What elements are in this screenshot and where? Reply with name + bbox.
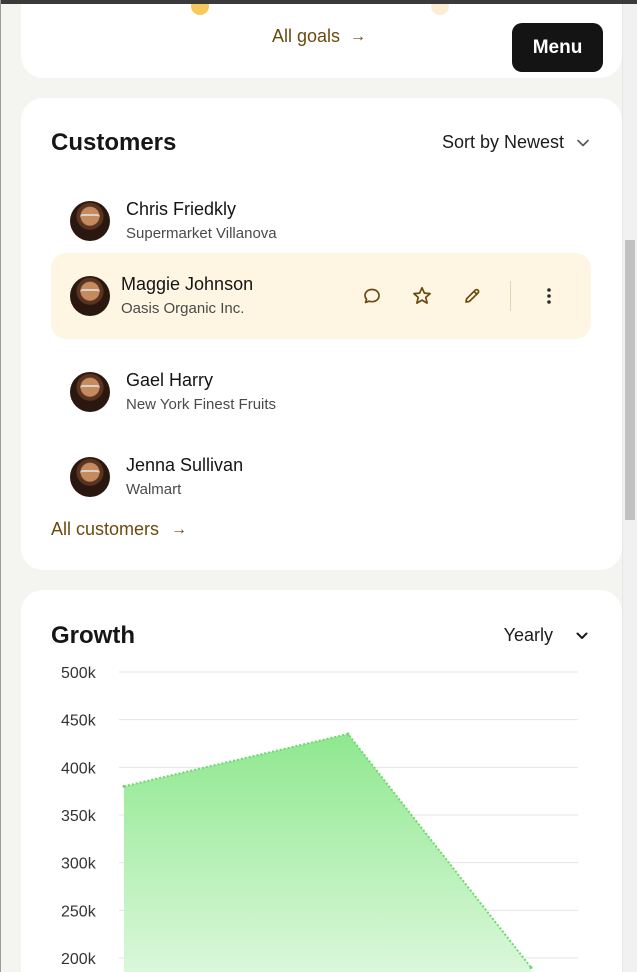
customer-row[interactable]: Jenna Sullivan Walmart [51, 434, 591, 520]
window-top-border [0, 0, 637, 4]
arrow-right-icon: → [350, 27, 367, 45]
row-actions [334, 253, 561, 339]
y-tick-label: 200k [61, 951, 97, 968]
customer-company: New York Finest Fruits [126, 396, 277, 413]
star-icon[interactable] [410, 284, 434, 308]
all-goals-label: All goals [272, 26, 341, 46]
chevron-down-icon [577, 139, 589, 146]
avatar [70, 201, 110, 241]
sort-label: Sort by Newest [441, 132, 564, 152]
all-customers-label: All customers [51, 519, 160, 539]
customer-name: Chris Friedkly [126, 199, 237, 219]
arrow-right-icon: → [171, 520, 188, 538]
customer-row[interactable]: Gael Harry New York Finest Fruits [51, 349, 591, 435]
customer-row-active[interactable]: Maggie Johnson Oasis Organic Inc. [51, 253, 591, 339]
growth-point [346, 732, 350, 736]
y-tick-label: 350k [61, 808, 97, 825]
y-tick-label: 450k [61, 713, 97, 730]
all-goals-link[interactable]: All goals → [272, 26, 366, 47]
customer-company: Supermarket Villanova [126, 225, 277, 242]
all-customers-link[interactable]: All customers → [51, 519, 187, 540]
customers-title: Customers [51, 129, 177, 156]
growth-point [529, 966, 533, 970]
sort-dropdown[interactable]: Sort by Newest [442, 132, 590, 153]
growth-chart: 500k 450k 400k 350k 300k 250k 200k [61, 665, 578, 972]
y-tick-label: 500k [61, 665, 97, 682]
avatar [70, 276, 110, 316]
y-tick-label: 400k [61, 760, 97, 777]
avatar [70, 372, 110, 412]
customers-card: Customers Sort by Newest Chris Friedkly … [21, 98, 622, 570]
app-viewport: All goals → Menu Customers Sort by Newes… [0, 0, 637, 972]
actions-divider [510, 281, 511, 311]
y-tick-label: 300k [61, 856, 97, 873]
customer-name: Maggie Johnson [121, 274, 254, 294]
menu-button[interactable]: Menu [512, 23, 603, 72]
customer-company: Oasis Organic Inc. [121, 300, 245, 317]
customer-name: Jenna Sullivan [126, 455, 244, 475]
avatar [70, 457, 110, 497]
y-tick-label: 250k [61, 903, 97, 920]
customer-name: Gael Harry [126, 370, 214, 390]
chat-bubble-icon[interactable] [360, 284, 384, 308]
growth-area [124, 734, 531, 972]
scrollbar-thumb[interactable] [625, 240, 635, 520]
growth-card: Growth Yearly 500k 450k 400k 350k 300k 250k 20… [21, 590, 622, 972]
customer-row[interactable]: Chris Friedkly Supermarket Villanova [51, 178, 591, 264]
customer-company: Walmart [126, 481, 182, 498]
window-left-border [0, 0, 1, 972]
more-vertical-icon[interactable] [537, 284, 561, 308]
pencil-icon[interactable] [460, 284, 484, 308]
growth-point [122, 784, 126, 788]
